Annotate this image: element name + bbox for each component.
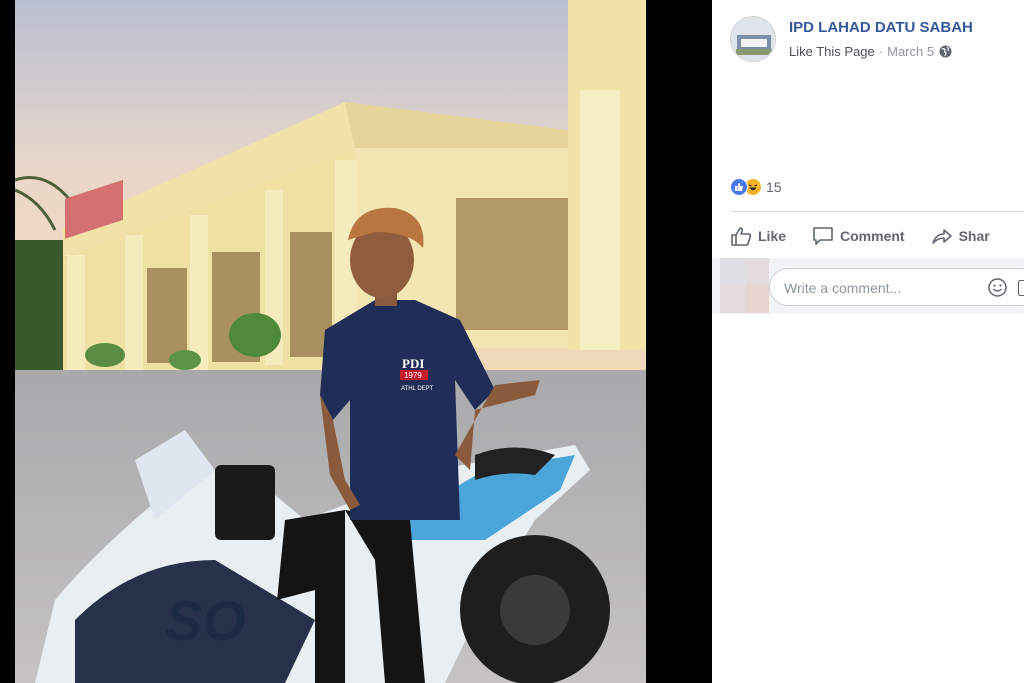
- post-actions: Like Comment Shar: [730, 218, 1024, 254]
- globe-icon: [939, 45, 952, 58]
- bike-decal: SO: [165, 589, 246, 652]
- comment-composer: Write a comment...: [712, 258, 1024, 314]
- reactions-divider: [730, 211, 1024, 212]
- share-button[interactable]: Shar: [931, 226, 990, 246]
- comment-placeholder: Write a comment...: [784, 280, 902, 296]
- emoji-icon[interactable]: [988, 278, 1007, 297]
- camera-icon[interactable]: [1018, 280, 1024, 296]
- meta-separator: ·: [878, 44, 884, 59]
- comment-icon: [813, 227, 833, 245]
- comment-input[interactable]: Write a comment...: [769, 268, 1024, 306]
- photo-viewer: SO PDI 1979 ATHL DEPT: [0, 0, 712, 683]
- page-name-link[interactable]: IPD LAHAD DATU SABAH: [789, 19, 973, 36]
- post-header: IPD LAHAD DATU SABAH Like This Page · Ma…: [730, 16, 1024, 66]
- page-avatar[interactable]: [730, 16, 776, 62]
- share-button-label: Shar: [958, 228, 990, 244]
- shirt-print: PDI: [402, 356, 424, 371]
- comment-button[interactable]: Comment: [812, 226, 905, 246]
- share-icon: [931, 229, 952, 244]
- like-button[interactable]: Like: [730, 226, 786, 246]
- like-button-label: Like: [758, 228, 787, 244]
- user-avatar: [720, 258, 769, 313]
- thumbs-up-icon: [731, 227, 752, 246]
- post-meta: Like This Page · March 5: [789, 44, 952, 59]
- like-reaction-icon: [730, 178, 748, 196]
- like-page-link[interactable]: Like This Page: [789, 44, 875, 59]
- post-date[interactable]: March 5: [887, 44, 934, 59]
- reaction-summary[interactable]: 15: [730, 178, 782, 196]
- shirt-number: 1979: [404, 371, 422, 380]
- shirt-tag: ATHL DEPT: [401, 386, 434, 392]
- post-side-panel: IPD LAHAD DATU SABAH Like This Page · Ma…: [712, 0, 1024, 683]
- post-photo[interactable]: SO PDI 1979 ATHL DEPT: [15, 0, 646, 683]
- comment-button-label: Comment: [840, 228, 905, 244]
- reaction-count: 15: [766, 179, 782, 195]
